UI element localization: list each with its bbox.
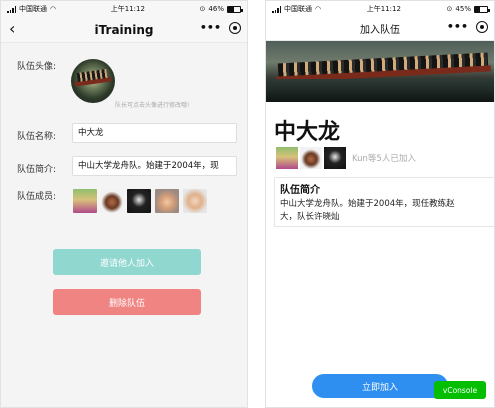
avatar-hint: 队长可点击头像进行修改哦! bbox=[115, 102, 190, 109]
invite-button[interactable]: 邀请他人加入 bbox=[53, 249, 201, 275]
member-avatar[interactable] bbox=[100, 189, 124, 213]
team-name-input[interactable]: 中大龙 bbox=[72, 123, 237, 143]
mini-program-capsule: ••• bbox=[447, 21, 488, 33]
battery-level bbox=[227, 6, 234, 12]
close-mini-program-icon[interactable] bbox=[476, 21, 488, 33]
team-avatar[interactable] bbox=[71, 59, 115, 103]
right-phone-screen: 中国联通 ◠ 上午11:12 ⊙ 45% 加入队伍 ••• 中大龙 Kun等5人… bbox=[265, 0, 495, 408]
alarm-icon: ⊙ bbox=[446, 5, 453, 13]
alarm-icon: ⊙ bbox=[199, 5, 206, 13]
signal-icon bbox=[7, 5, 16, 13]
carrier-label: 中国联通 bbox=[284, 5, 312, 13]
intro-label: 队伍简介: bbox=[17, 165, 57, 175]
banner-water bbox=[266, 79, 494, 102]
team-intro-input[interactable]: 中山大学龙舟队。始建于2004年，现 bbox=[72, 156, 237, 176]
battery-icon bbox=[226, 5, 243, 13]
battery-icon bbox=[473, 5, 490, 13]
intro-text: 中山大学龙舟队。始建于2004年，现任教练赵 大，队长许晓灿 bbox=[280, 198, 491, 224]
more-icon[interactable]: ••• bbox=[447, 21, 468, 32]
member-avatar bbox=[276, 147, 298, 169]
page-title: 加入队伍 bbox=[360, 25, 400, 36]
member-avatar[interactable] bbox=[155, 189, 179, 213]
avatar-label: 队伍头像: bbox=[17, 62, 57, 72]
mini-program-capsule: ••• bbox=[200, 22, 241, 34]
carrier-label: 中国联通 bbox=[19, 5, 47, 13]
left-phone-screen: 中国联通 ◠ 上午11:12 ⊙ 46% ‹ iTraining ••• 队伍头… bbox=[0, 0, 248, 408]
name-label: 队伍名称: bbox=[17, 132, 57, 142]
team-banner-image bbox=[266, 41, 494, 102]
team-intro-card: 队伍简介 中山大学龙舟队。始建于2004年，现任教练赵 大，队长许晓灿 bbox=[274, 177, 494, 227]
wifi-icon: ◠ bbox=[50, 5, 57, 13]
member-avatar bbox=[324, 147, 346, 169]
vconsole-button[interactable]: vConsole bbox=[434, 381, 486, 399]
page-title: iTraining bbox=[94, 22, 154, 37]
member-avatar[interactable] bbox=[127, 189, 151, 213]
back-icon[interactable]: ‹ bbox=[9, 20, 15, 38]
close-mini-program-icon[interactable] bbox=[229, 22, 241, 34]
status-bar: 中国联通 ◠ 上午11:12 ⊙ 46% bbox=[1, 1, 247, 17]
join-now-button[interactable]: 立即加入 bbox=[312, 374, 448, 398]
battery-percent: 46% bbox=[208, 5, 224, 13]
battery-level bbox=[474, 6, 481, 12]
team-name-heading: 中大龙 bbox=[274, 120, 341, 145]
battery-percent: 45% bbox=[455, 5, 471, 13]
intro-text-line2: 大，队长许晓灿 bbox=[280, 212, 340, 222]
status-time: 上午11:12 bbox=[366, 5, 401, 13]
more-icon[interactable]: ••• bbox=[200, 22, 221, 33]
members-label: 队伍成员: bbox=[17, 192, 57, 202]
member-avatar[interactable] bbox=[73, 189, 97, 213]
joined-count-text: Kun等5人已加入 bbox=[352, 154, 416, 164]
nav-bar: ‹ iTraining ••• bbox=[1, 17, 247, 43]
signal-icon bbox=[272, 5, 281, 13]
status-time: 上午11:12 bbox=[110, 5, 145, 13]
nav-bar: 加入队伍 ••• bbox=[266, 17, 494, 41]
delete-team-button[interactable]: 删除队伍 bbox=[53, 289, 201, 315]
status-bar: 中国联通 ◠ 上午11:12 ⊙ 45% bbox=[266, 1, 494, 17]
member-avatar bbox=[300, 147, 322, 169]
intro-title: 队伍简介 bbox=[280, 185, 320, 196]
wifi-icon: ◠ bbox=[315, 5, 322, 13]
intro-text-line1: 中山大学龙舟队。始建于2004年，现任教练赵 bbox=[280, 199, 455, 209]
member-avatar[interactable] bbox=[183, 189, 207, 213]
